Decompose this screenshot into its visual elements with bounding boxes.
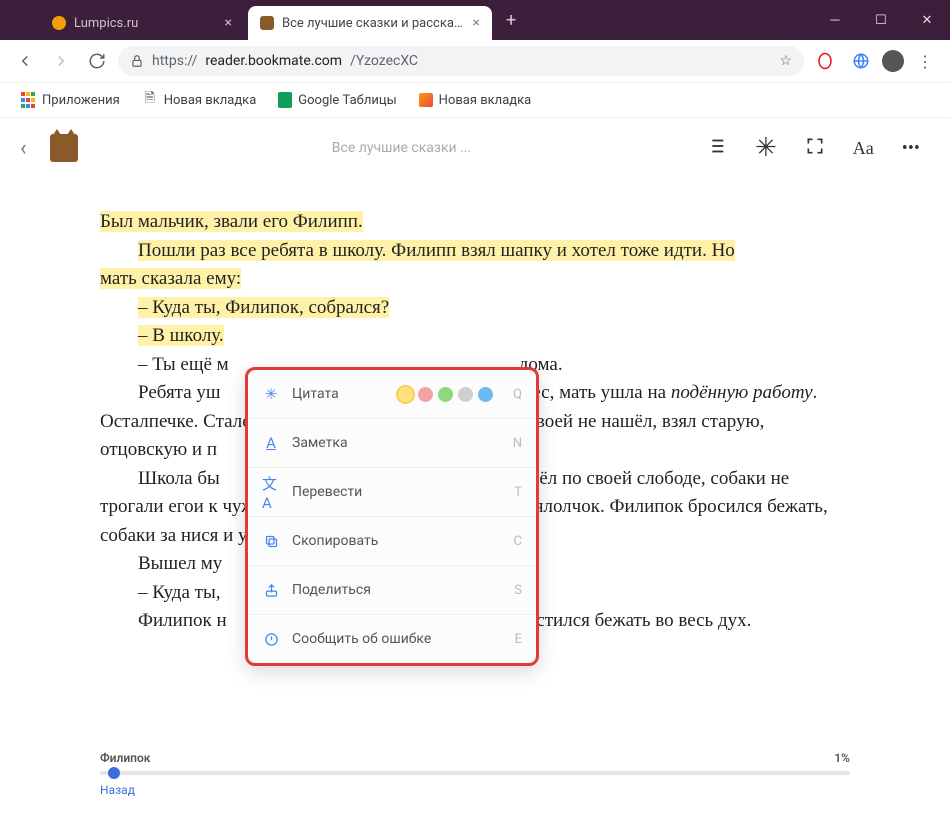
ctx-quote[interactable]: ✳ Цитата Q	[248, 370, 536, 418]
reader-title: Все лучшие сказки ...	[98, 140, 705, 156]
bookmark-label: Google Таблицы	[298, 93, 396, 108]
favicon	[260, 16, 274, 30]
text: пустился бежать во весь дух.	[517, 610, 752, 631]
highlight[interactable]: мать сказала ему:	[100, 268, 241, 289]
ctx-key: Q	[513, 387, 522, 402]
ctx-report[interactable]: Сообщить об ошибке E	[248, 614, 536, 663]
close-icon[interactable]: ×	[473, 15, 480, 31]
opera-icon[interactable]	[810, 46, 840, 76]
text: Ребята уш	[138, 382, 221, 403]
ctx-copy[interactable]: Скопировать C	[248, 516, 536, 565]
page-icon: 🗎	[142, 92, 158, 108]
swatch-yellow[interactable]	[398, 387, 413, 402]
more-icon[interactable]: •••	[902, 138, 920, 159]
text: – Ты ещё м	[138, 354, 229, 375]
favicon	[52, 16, 66, 30]
progress-percent: 1%	[834, 751, 850, 765]
text: Филипок н	[138, 610, 227, 631]
maximize-button[interactable]: ☐	[858, 0, 904, 40]
text: Школа бы	[138, 468, 220, 489]
fullscreen-icon[interactable]	[805, 136, 825, 161]
new-tab-button[interactable]: +	[496, 10, 526, 31]
url-protocol: https://	[152, 53, 197, 69]
font-settings-icon[interactable]: Aa	[853, 138, 874, 159]
ctx-translate[interactable]: 文A Перевести T	[248, 467, 536, 516]
image-icon	[419, 93, 433, 107]
highlight[interactable]: Пошли раз все ребята в школу. Филипп взя…	[138, 240, 735, 261]
ctx-key: E	[515, 632, 522, 647]
slider-handle[interactable]	[108, 767, 120, 779]
highlight[interactable]: Был мальчик, звали его Филипп.	[100, 211, 363, 232]
text: – Куда ты,	[138, 582, 220, 603]
text: Вышел му	[138, 553, 222, 574]
reader-header: ‹ Все лучшие сказки ... ✳ Aa •••	[0, 118, 950, 178]
bookmate-logo[interactable]	[50, 134, 78, 162]
lock-icon	[130, 54, 144, 68]
titlebar: Lumpics.ru × Все лучшие сказки и рассказ…	[0, 0, 950, 40]
ctx-note[interactable]: A Заметка N	[248, 418, 536, 467]
sheets-icon	[278, 92, 292, 108]
color-swatches	[398, 387, 493, 402]
highlight[interactable]: – Куда ты, Филипок, собрался?	[138, 297, 389, 318]
share-icon	[262, 583, 280, 598]
tab-bookmate[interactable]: Все лучшие сказки и рассказы ×	[248, 6, 492, 40]
swatch-green[interactable]	[438, 387, 453, 402]
underline-icon: A	[262, 434, 280, 452]
ctx-key: S	[514, 583, 522, 598]
progress-slider[interactable]	[100, 771, 850, 775]
reader-footer: Филипок 1% Назад	[100, 751, 850, 797]
ctx-share[interactable]: Поделиться S	[248, 565, 536, 614]
ctx-label: Скопировать	[292, 533, 502, 549]
ctx-key: T	[514, 485, 522, 500]
text-italic: подённую работу	[671, 382, 813, 403]
bookmarks-bar: Приложения 🗎 Новая вкладка Google Таблиц…	[0, 83, 950, 118]
url-path: /YzozecXC	[350, 53, 418, 69]
star-icon[interactable]: ✳	[755, 133, 777, 163]
close-icon[interactable]: ×	[225, 15, 232, 31]
apps-icon	[20, 92, 36, 108]
ctx-label: Поделиться	[292, 582, 502, 598]
ctx-key: N	[513, 436, 522, 451]
back-link[interactable]: Назад	[100, 783, 135, 797]
copy-icon	[262, 534, 280, 549]
bookmark-label: Новая вкладка	[439, 93, 532, 108]
bookmark-label: Приложения	[42, 93, 120, 108]
tab-title: Все лучшие сказки и рассказы	[282, 16, 465, 31]
alert-icon	[262, 632, 280, 647]
bookmark-newtab-1[interactable]: 🗎 Новая вкладка	[134, 87, 265, 113]
swatch-blue[interactable]	[478, 387, 493, 402]
url-input[interactable]: https:// reader.bookmate.com/YzozecXC ☆	[118, 46, 804, 76]
selection-context-menu: ✳ Цитата Q A Заметка N 文A Перевести T Ск…	[245, 367, 539, 666]
profile-avatar[interactable]	[882, 50, 904, 72]
swatch-grey[interactable]	[458, 387, 473, 402]
bookmark-label: Новая вкладка	[164, 93, 257, 108]
nav-back-button[interactable]	[10, 46, 40, 76]
chapter-title: Филипок	[100, 751, 150, 765]
star-icon[interactable]: ☆	[779, 53, 792, 69]
tab-lumpics[interactable]: Lumpics.ru ×	[40, 6, 244, 40]
reader-back-button[interactable]: ‹	[20, 136, 50, 161]
kebab-menu[interactable]: ⋮	[910, 46, 940, 76]
address-bar: https:// reader.bookmate.com/YzozecXC ☆ ⋮	[0, 40, 950, 83]
swatch-red[interactable]	[418, 387, 433, 402]
close-button[interactable]: ✕	[904, 0, 950, 40]
reload-button[interactable]	[82, 46, 112, 76]
translate-icon: 文A	[262, 473, 280, 512]
ctx-label: Цитата	[292, 386, 386, 402]
ctx-label: Перевести	[292, 484, 502, 500]
nav-forward-button[interactable]	[46, 46, 76, 76]
globe-icon[interactable]	[846, 46, 876, 76]
bookmark-newtab-2[interactable]: Новая вкладка	[411, 87, 540, 113]
ctx-key: C	[514, 534, 522, 549]
star-icon: ✳	[262, 385, 280, 403]
ctx-label: Сообщить об ошибке	[292, 631, 503, 647]
minimize-button[interactable]: ─	[812, 0, 858, 40]
url-host: reader.bookmate.com	[205, 53, 342, 69]
toc-icon[interactable]	[705, 135, 727, 162]
ctx-label: Заметка	[292, 435, 501, 451]
bookmark-sheets[interactable]: Google Таблицы	[270, 87, 404, 113]
highlight[interactable]: – В школу.	[138, 325, 224, 346]
tab-title: Lumpics.ru	[74, 16, 217, 31]
bookmark-apps[interactable]: Приложения	[12, 87, 128, 113]
